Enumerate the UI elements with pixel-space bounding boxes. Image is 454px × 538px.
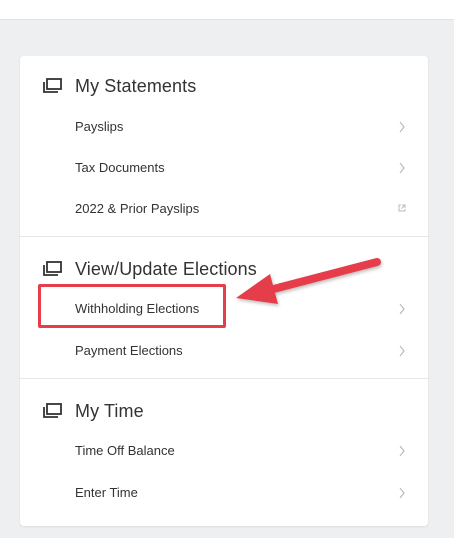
menu-item-payslips[interactable]: Payslips	[20, 112, 428, 142]
stacked-windows-icon	[43, 261, 62, 276]
menu-item-label: Tax Documents	[75, 160, 165, 175]
chevron-right-icon	[399, 162, 405, 174]
menu-item-label: Payslips	[75, 119, 124, 134]
menu-item-tax-documents[interactable]: Tax Documents	[20, 153, 428, 183]
stacked-windows-icon	[43, 78, 62, 93]
section-my-statements: My Statements Payslips Tax Documents 202…	[20, 56, 428, 236]
menu-item-label: Withholding Elections	[75, 301, 200, 316]
worklet-card: My Statements Payslips Tax Documents 202…	[20, 56, 428, 526]
menu-item-label: Enter Time	[75, 485, 138, 500]
section-header: View/Update Elections	[42, 258, 257, 280]
menu-item-payment-elections[interactable]: Payment Elections	[20, 336, 428, 366]
section-header: My Time	[42, 400, 144, 422]
section-my-time: My Time Time Off Balance Enter Time	[20, 378, 428, 526]
chevron-right-icon	[399, 345, 405, 357]
menu-item-label: 2022 & Prior Payslips	[75, 201, 200, 216]
section-title: View/Update Elections	[75, 258, 257, 279]
menu-item-label: Payment Elections	[75, 343, 183, 358]
menu-item-label: Time Off Balance	[75, 443, 175, 458]
chevron-right-icon	[399, 487, 405, 499]
section-header: My Statements	[42, 75, 196, 97]
section-title: My Statements	[75, 75, 197, 96]
section-view-update-elections: View/Update Elections Withholding Electi…	[20, 236, 428, 378]
menu-item-withholding-elections[interactable]: Withholding Elections	[20, 294, 428, 324]
top-bar	[0, 0, 454, 20]
chevron-right-icon	[399, 303, 405, 315]
menu-item-time-off-balance[interactable]: Time Off Balance	[20, 436, 428, 466]
section-title: My Time	[75, 400, 144, 421]
external-link-icon	[398, 204, 406, 212]
chevron-right-icon	[399, 121, 405, 133]
chevron-right-icon	[399, 445, 405, 457]
stacked-windows-icon	[43, 403, 62, 418]
menu-item-enter-time[interactable]: Enter Time	[20, 478, 428, 508]
menu-item-prior-payslips[interactable]: 2022 & Prior Payslips	[20, 194, 428, 224]
